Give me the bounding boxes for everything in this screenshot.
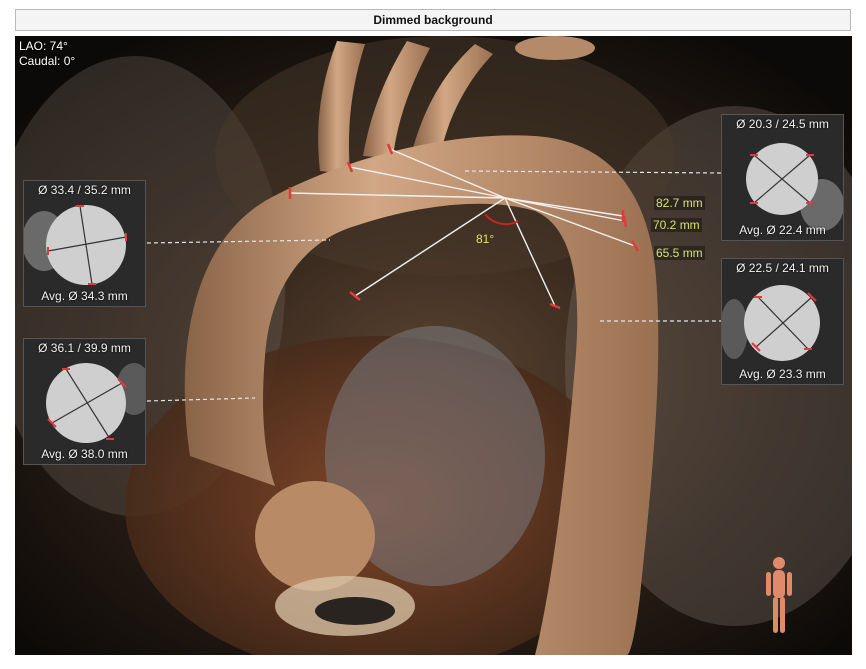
cross-section-diameters: Ø 20.3 / 24.5 mm bbox=[736, 117, 829, 131]
view-title-bar: Dimmed background bbox=[15, 9, 851, 31]
cross-section-diameters: Ø 33.4 / 35.2 mm bbox=[38, 183, 131, 197]
cross-section-average: Avg. Ø 34.3 mm bbox=[41, 289, 128, 303]
cross-section-right-upper[interactable]: Ø 20.3 / 24.5 mm Avg. Ø 22.4 mm bbox=[721, 114, 844, 241]
measurement-angle: 81° bbox=[476, 232, 495, 246]
caudal-angle-label: Caudal: 0° bbox=[19, 54, 76, 68]
cross-section-diameters: Ø 22.5 / 24.1 mm bbox=[736, 261, 829, 275]
measurement-length-1: 82.7 mm bbox=[654, 196, 705, 210]
cross-section-left-lower[interactable]: Ø 36.1 / 39.9 mm Avg. Ø 38.0 mm bbox=[23, 338, 146, 465]
measurement-length-2: 70.2 mm bbox=[651, 218, 702, 232]
lao-angle-label: LAO: 74° bbox=[19, 39, 68, 53]
cross-section-average: Avg. Ø 38.0 mm bbox=[41, 447, 128, 461]
human-figure-icon[interactable] bbox=[762, 555, 796, 637]
measurement-length-3: 65.5 mm bbox=[654, 246, 705, 260]
cross-section-left-upper[interactable]: Ø 33.4 / 35.2 mm Avg. Ø 34.3 mm bbox=[23, 180, 146, 307]
cross-section-diameters: Ø 36.1 / 39.9 mm bbox=[38, 341, 131, 355]
3d-render-viewport[interactable]: LAO: 74° Caudal: 0° 82.7 mm 70.2 mm 65.5… bbox=[15, 36, 852, 655]
view-title: Dimmed background bbox=[373, 13, 493, 27]
cross-section-average: Avg. Ø 23.3 mm bbox=[739, 367, 826, 381]
cross-section-right-lower[interactable]: Ø 22.5 / 24.1 mm Avg. Ø 23.3 mm bbox=[721, 258, 844, 385]
cross-section-average: Avg. Ø 22.4 mm bbox=[739, 223, 826, 237]
orientation-readout: LAO: 74° Caudal: 0° bbox=[19, 39, 75, 69]
